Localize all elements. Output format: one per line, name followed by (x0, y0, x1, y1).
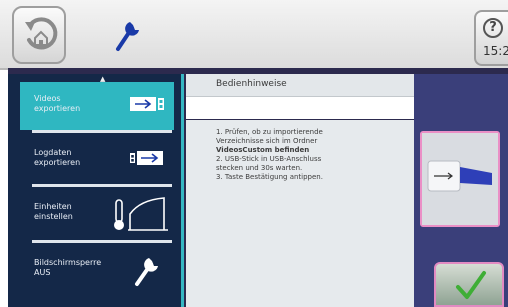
instruction-line: 3. Taste Bestätigung antippen. (216, 173, 323, 181)
sidebar-item-label: Einheiten (34, 202, 72, 211)
wrench-icon (135, 258, 158, 286)
instruction-line: stecken und 30s warten. (216, 164, 303, 172)
back-home-icon (25, 17, 58, 50)
help-button[interactable]: ? 15:2 (474, 10, 508, 66)
checkmark-icon (456, 271, 486, 299)
panel-spacer (186, 97, 414, 119)
panel-header: Bedienhinweise (186, 74, 414, 97)
instruction-line: 2. USB-Stick in USB-Anschluss (216, 155, 322, 163)
help-icon: ? (483, 18, 503, 38)
sidebar-item-videos-export[interactable]: Videos exportieren (20, 82, 174, 130)
sidebar-item-label: exportieren (34, 104, 81, 113)
usb-stick-icon (422, 133, 498, 225)
sidebar-item-label: einstellen (34, 212, 73, 221)
sidebar-item-units-settings[interactable]: Einheiten einstellen (20, 190, 174, 238)
top-bar: ? 15:2 (0, 0, 508, 70)
sidebar-item-label: Bildschirmsperre (34, 258, 102, 267)
sidebar-divider (32, 240, 172, 243)
clock: 15:2 (483, 44, 508, 58)
usb-export-icon (130, 151, 163, 165)
usb-export-icon (130, 97, 164, 111)
instruction-line: Verzeichnisse sich im Ordner (216, 137, 318, 145)
instruction-line: 1. Prüfen, ob zu importierende (216, 128, 323, 136)
wrench-icon (116, 22, 139, 51)
sidebar-item-label: exportieren (34, 158, 81, 167)
sidebar-divider (32, 130, 172, 133)
instructions-text: 1. Prüfen, ob zu importierende Verzeichn… (216, 128, 406, 182)
sidebar-item-logdata-export[interactable]: Logdaten exportieren (20, 136, 174, 184)
sidebar-divider (32, 184, 172, 187)
back-button[interactable] (12, 6, 66, 64)
instruction-line: VideosCustom befinden (216, 146, 310, 154)
sidebar-item-label: AUS (34, 268, 51, 277)
thermometer-curve-icon (114, 197, 168, 231)
instructions-panel: 1. Prüfen, ob zu importierende Verzeichn… (186, 120, 414, 307)
confirm-button[interactable] (434, 262, 504, 307)
panel-title: Bedienhinweise (216, 79, 287, 89)
sidebar-item-screen-lock[interactable]: Bildschirmsperre AUS (20, 246, 174, 294)
usb-stick-image (420, 131, 500, 227)
sidebar-item-label: Videos (34, 94, 61, 103)
sidebar-item-label: Logdaten (34, 148, 72, 157)
